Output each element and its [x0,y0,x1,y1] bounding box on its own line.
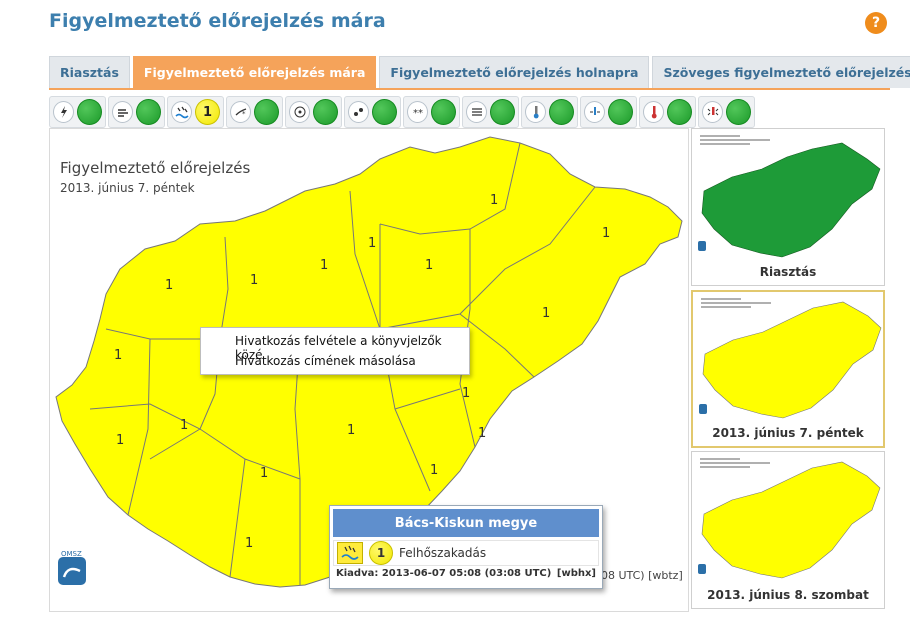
hazard-button-cloudburst[interactable]: 1 [167,96,224,128]
county-tooltip: Bács-Kiskun megye 1 Felhőszakadás Kiadva… [329,505,603,589]
thumbnail-caption: Riasztás [759,265,817,279]
region-level: 1 [490,193,498,208]
hazard-bar: 1 * ** [49,96,755,128]
level-indicator [254,99,279,125]
region-level: 1 [114,348,122,363]
context-menu-copy-link[interactable]: Hivatkozás címének másolása [201,351,469,371]
tooltip-issued: Kiadva: 2013-06-07 05:08 (03:08 UTC) [336,568,552,579]
page-title: Figyelmeztető előrejelzés mára [49,10,386,32]
tooltip-footer: Kiadva: 2013-06-07 05:08 (03:08 UTC) [wb… [336,568,596,579]
cold-icon [584,101,606,123]
lightning-icon [53,101,75,123]
thumbnail-map [701,461,881,579]
region-level: 1 [462,386,470,401]
tab-text-forecast[interactable]: Szöveges figyelmeztető előrejelzés [652,56,910,88]
hazard-button-heat[interactable] [521,96,578,128]
level-indicator [431,99,456,125]
region-level: 1 [478,426,486,441]
region-level: 1 [116,433,124,448]
tooltip-code: [wbhx] [556,568,596,579]
context-menu-bookmark-link[interactable]: Hivatkozás felvétele a könyvjelzők közé [201,331,469,362]
thumbnail-riasztas[interactable]: Riasztás [691,128,885,286]
omsz-logo-icon [698,241,706,251]
thumbnail-today[interactable]: 2013. június 7. péntek [691,290,885,448]
level-indicator [372,99,397,125]
region-level: 1 [430,463,438,478]
map-date: 2013. június 7. péntek [60,181,195,195]
level-indicator [313,99,338,125]
region-level: 1 [245,536,253,551]
region-level: 1 [250,273,258,288]
svg-text:**: ** [413,108,423,119]
map-footnote: 08 UTC) [wbtz] [601,569,683,582]
level-indicator [608,99,633,125]
context-menu: Hivatkozás felvétele a könyvjelzők közé … [200,327,470,375]
hazard-button-snow-drift[interactable]: * [226,96,283,128]
thumbnail-caption: 2013. június 8. szombat [707,588,869,602]
freezing-rain-icon [289,101,311,123]
region-level: 1 [180,418,188,433]
map-title: Figyelmeztető előrejelzés [60,159,251,177]
level-indicator [77,99,102,125]
tooltip-hazard-row: 1 Felhőszakadás [333,540,599,566]
level-indicator [490,99,515,125]
level-indicator [726,99,751,125]
level-indicator [549,99,574,125]
level-indicator: 1 [195,99,220,125]
thumbnail-caption: 2013. június 7. péntek [712,426,864,440]
svg-text:*: * [242,110,246,118]
cloudburst-icon [337,542,363,564]
region-level: 1 [320,258,328,273]
hazard-button-fog[interactable] [462,96,519,128]
omsz-logo-icon [699,404,707,414]
region-level: 1 [425,258,433,273]
omsz-logo-text: OMSZ [61,550,82,558]
hazard-button-cold-thermometer[interactable] [639,96,696,128]
tooltip-county-name: Bács-Kiskun megye [333,509,599,537]
help-button[interactable]: ? [865,12,887,34]
heat-thermometer-icon [525,101,547,123]
tab-tomorrow-forecast[interactable]: Figyelmeztető előrejelzés holnapra [379,56,650,88]
tooltip-hazard-name: Felhőszakadás [399,546,487,560]
region-level: 1 [260,466,268,481]
hazard-button-lightning[interactable] [49,96,106,128]
snow-drift-icon: * [230,101,252,123]
fog-icon [466,101,488,123]
cloudburst-icon [171,101,193,123]
omsz-logo-icon: OMSZ [58,550,86,585]
thumbnail-map [701,142,881,258]
thumbnail-tomorrow[interactable]: 2013. június 8. szombat [691,451,885,609]
level-indicator [136,99,161,125]
hazard-button-snow[interactable]: ** [403,96,460,128]
wind-icon [112,101,134,123]
tab-bar: Riasztás Figyelmeztető előrejelzés mára … [49,56,910,88]
rain-icon [348,101,370,123]
region-level: 1 [542,306,550,321]
hazard-button-thaw[interactable] [698,96,755,128]
omsz-logo-icon [698,564,706,574]
snow-icon: ** [407,101,429,123]
level-indicator [667,99,692,125]
tab-today-forecast[interactable]: Figyelmeztető előrejelzés mára [132,56,377,88]
region-level: 1 [347,423,355,438]
region-level: 1 [368,236,376,251]
tab-riasztas[interactable]: Riasztás [49,56,130,88]
region-level: 1 [602,226,610,241]
hazard-button-wind[interactable] [108,96,165,128]
hazard-button-cold[interactable] [580,96,637,128]
region-level: 1 [165,278,173,293]
hazard-button-freezing-rain[interactable] [285,96,342,128]
cold-thermometer-icon [643,101,665,123]
tab-underline [49,88,890,90]
tooltip-level: 1 [369,541,393,565]
thaw-icon [702,101,724,123]
hazard-button-rain[interactable] [344,96,401,128]
